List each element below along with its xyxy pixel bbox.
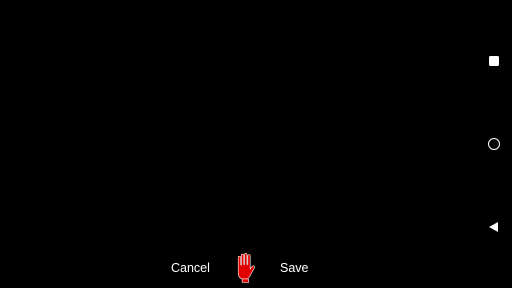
navigation-bar <box>476 0 512 288</box>
square-icon <box>489 56 499 66</box>
triangle-back-icon <box>489 222 498 232</box>
action-bar: Cancel Save <box>0 248 476 288</box>
cancel-button[interactable]: Cancel <box>171 260 210 276</box>
camera-viewport <box>0 0 476 288</box>
save-button[interactable]: Save <box>280 260 309 276</box>
home-button[interactable] <box>484 134 504 154</box>
raised-hand-svg <box>237 253 255 283</box>
circle-icon <box>488 138 500 150</box>
recents-button[interactable] <box>484 51 504 71</box>
back-button[interactable] <box>484 217 504 237</box>
raised-hand-icon[interactable] <box>234 252 258 284</box>
screen: Cancel Save <box>0 0 512 288</box>
